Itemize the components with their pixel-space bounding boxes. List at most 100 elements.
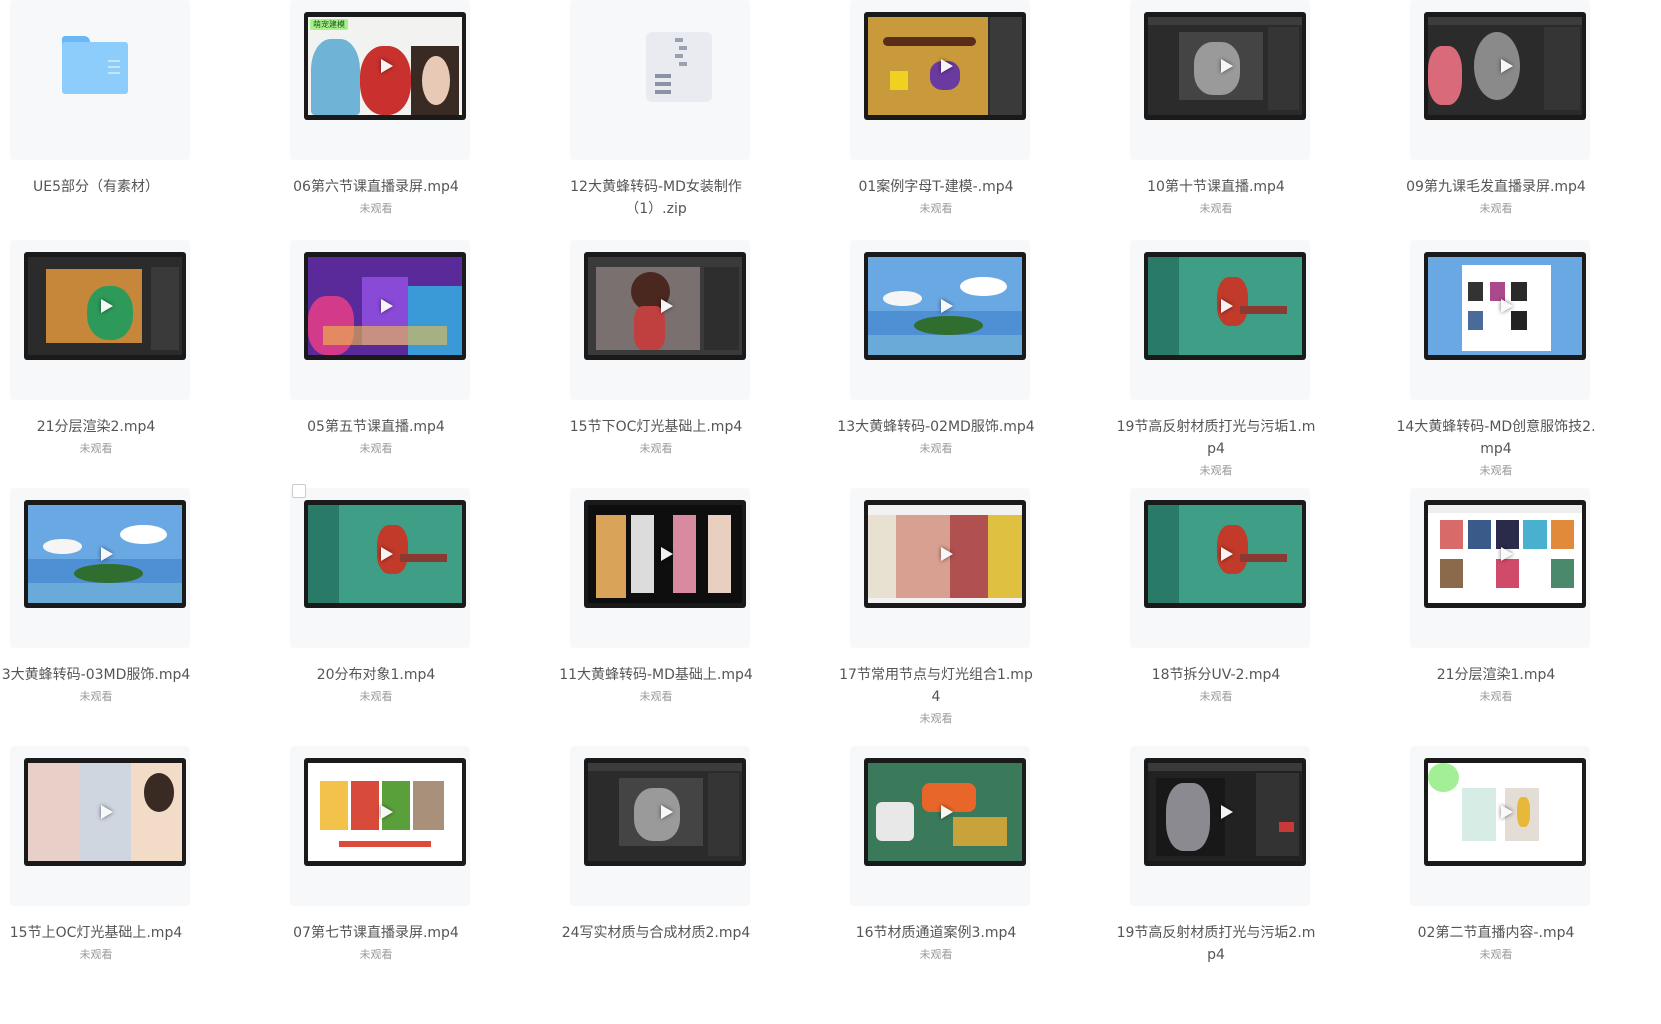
thumbnail-box[interactable] (10, 488, 190, 648)
thumbnail-box[interactable] (1410, 240, 1590, 400)
file-name[interactable]: 01案例字母T-建模-.mp4 (836, 176, 1036, 198)
video-thumbnail[interactable] (1144, 252, 1306, 360)
file-name[interactable]: 19节高反射材质打光与污垢2.mp4 (1116, 922, 1316, 966)
file-item[interactable]: 21分层渲染2.mp4 未观看 (0, 240, 190, 490)
file-item[interactable]: 07第七节课直播录屏.mp4 未观看 (266, 746, 470, 996)
file-item[interactable]: 01案例字母T-建模-.mp4 未观看 (826, 0, 1030, 250)
file-item[interactable]: 15节下OC灯光基础上.mp4 未观看 (546, 240, 750, 490)
file-name[interactable]: 12大黄蜂转码-MD女装制作（1）.zip (556, 176, 756, 220)
file-item[interactable]: 11大黄蜂转码-MD基础上.mp4 未观看 (546, 488, 753, 738)
thumbnail-box[interactable] (290, 746, 470, 906)
file-item[interactable]: UE5部分（有素材） (0, 0, 190, 250)
file-name[interactable]: 16节材质通道案例3.mp4 (836, 922, 1036, 944)
play-icon[interactable] (1221, 59, 1233, 73)
file-item[interactable]: 17节常用节点与灯光组合1.mp4 未观看 (826, 488, 1033, 738)
video-thumbnail[interactable] (1144, 758, 1306, 866)
file-item[interactable]: 05第五节课直播.mp4 未观看 (266, 240, 470, 490)
thumbnail-box[interactable] (850, 746, 1030, 906)
play-icon[interactable] (101, 805, 113, 819)
thumbnail-box[interactable] (10, 0, 190, 160)
play-icon[interactable] (381, 547, 393, 561)
thumbnail-box[interactable] (290, 240, 470, 400)
play-icon[interactable] (941, 59, 953, 73)
file-name[interactable]: 19节高反射材质打光与污垢1.mp4 (1116, 416, 1316, 460)
video-thumbnail[interactable] (304, 252, 466, 360)
file-name[interactable]: 15节下OC灯光基础上.mp4 (556, 416, 756, 438)
file-item[interactable]: 20分布对象1.mp4 未观看 (266, 484, 470, 738)
thumbnail-box[interactable] (1410, 488, 1590, 648)
file-name[interactable]: UE5部分（有素材） (0, 176, 196, 198)
video-thumbnail[interactable] (584, 252, 746, 360)
thumbnail-box[interactable] (570, 746, 750, 906)
file-name[interactable]: 02第二节直播内容-.mp4 (1396, 922, 1596, 944)
video-thumbnail[interactable] (1424, 500, 1586, 608)
file-name[interactable]: 07第七节课直播录屏.mp4 (276, 922, 476, 944)
video-thumbnail[interactable] (584, 758, 746, 866)
file-item[interactable]: 3大黄蜂转码-03MD服饰.mp4 未观看 (0, 488, 190, 738)
video-thumbnail[interactable] (1424, 12, 1586, 120)
play-icon[interactable] (381, 805, 393, 819)
thumbnail-box[interactable] (850, 0, 1030, 160)
play-icon[interactable] (1221, 547, 1233, 561)
thumbnail-box[interactable] (290, 484, 470, 648)
thumbnail-box[interactable] (10, 746, 190, 906)
thumbnail-box[interactable] (850, 488, 1030, 648)
play-icon[interactable] (101, 547, 113, 561)
play-icon[interactable] (941, 299, 953, 313)
thumbnail-box[interactable]: 萌宠建模 (290, 0, 470, 160)
video-thumbnail[interactable] (24, 500, 186, 608)
file-name[interactable]: 13大黄蜂转码-02MD服饰.mp4 (836, 416, 1036, 438)
file-item[interactable]: 19节高反射材质打光与污垢1.mp4 未观看 (1106, 240, 1315, 490)
play-icon[interactable] (661, 547, 673, 561)
video-thumbnail[interactable] (304, 758, 466, 866)
file-item[interactable]: 24写实材质与合成材质2.mp4 (546, 746, 750, 996)
file-item[interactable]: 12大黄蜂转码-MD女装制作（1）.zip (546, 0, 750, 250)
file-name[interactable]: 24写实材质与合成材质2.mp4 (556, 922, 756, 944)
file-name[interactable]: 17节常用节点与灯光组合1.mp4 (836, 664, 1036, 708)
file-name[interactable]: 10第十节课直播.mp4 (1116, 176, 1316, 198)
thumbnail-box[interactable] (1130, 0, 1310, 160)
file-name[interactable]: 09第九课毛发直播录屏.mp4 (1396, 176, 1596, 198)
select-checkbox[interactable] (292, 484, 306, 498)
file-item[interactable]: 21分层渲染1.mp4 未观看 (1386, 488, 1590, 738)
thumbnail-box[interactable] (10, 240, 190, 400)
video-thumbnail[interactable] (1424, 252, 1586, 360)
thumbnail-box[interactable] (1410, 746, 1590, 906)
video-thumbnail[interactable] (864, 500, 1026, 608)
thumbnail-box[interactable] (570, 0, 750, 160)
play-icon[interactable] (1501, 299, 1513, 313)
file-item[interactable]: 13大黄蜂转码-02MD服饰.mp4 未观看 (826, 240, 1035, 490)
file-name[interactable]: 05第五节课直播.mp4 (276, 416, 476, 438)
play-icon[interactable] (1501, 805, 1513, 819)
thumbnail-box[interactable] (850, 240, 1030, 400)
thumbnail-box[interactable] (1410, 0, 1590, 160)
video-thumbnail[interactable] (24, 758, 186, 866)
thumbnail-box[interactable] (570, 240, 750, 400)
file-name[interactable]: 15节上OC灯光基础上.mp4 (0, 922, 196, 944)
video-thumbnail[interactable] (304, 500, 466, 608)
file-name[interactable]: 21分层渲染1.mp4 (1396, 664, 1596, 686)
play-icon[interactable] (1501, 547, 1513, 561)
file-item[interactable]: 15节上OC灯光基础上.mp4 未观看 (0, 746, 190, 996)
thumbnail-box[interactable] (1130, 240, 1310, 400)
play-icon[interactable] (101, 299, 113, 313)
video-thumbnail[interactable] (864, 252, 1026, 360)
play-icon[interactable] (1221, 805, 1233, 819)
thumbnail-box[interactable] (570, 488, 750, 648)
video-thumbnail[interactable] (24, 252, 186, 360)
play-icon[interactable] (661, 805, 673, 819)
play-icon[interactable] (381, 299, 393, 313)
file-item[interactable]: 02第二节直播内容-.mp4 未观看 (1386, 746, 1590, 996)
file-item[interactable]: 14大黄蜂转码-MD创意服饰技2.mp4 未观看 (1386, 240, 1596, 490)
file-name[interactable]: 20分布对象1.mp4 (276, 664, 476, 686)
thumbnail-box[interactable] (1130, 746, 1310, 906)
file-name[interactable]: 11大黄蜂转码-MD基础上.mp4 (556, 664, 756, 686)
file-item[interactable]: 19节高反射材质打光与污垢2.mp4 (1106, 746, 1315, 996)
play-icon[interactable] (381, 59, 393, 73)
play-icon[interactable] (1221, 299, 1233, 313)
video-thumbnail[interactable] (864, 758, 1026, 866)
file-item[interactable]: 10第十节课直播.mp4 未观看 (1106, 0, 1310, 250)
file-name[interactable]: 06第六节课直播录屏.mp4 (276, 176, 476, 198)
file-item[interactable]: 16节材质通道案例3.mp4 未观看 (826, 746, 1030, 996)
file-name[interactable]: 21分层渲染2.mp4 (0, 416, 196, 438)
